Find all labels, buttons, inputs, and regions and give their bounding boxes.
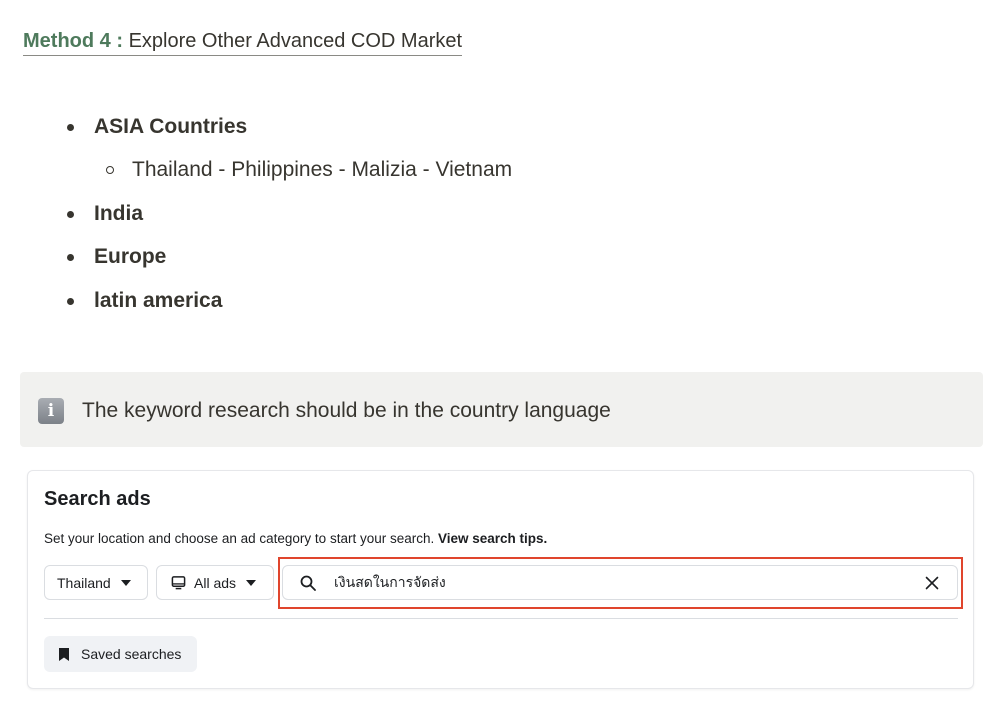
heading-prefix: Method 4 : (23, 30, 123, 52)
list-item-label: Europe (94, 245, 167, 268)
list-item: India (64, 199, 512, 229)
saved-searches-label: Saved searches (81, 646, 182, 662)
sub-list: Thailand - Philippines - Malizia - Vietn… (102, 155, 512, 185)
monitor-icon (171, 576, 186, 590)
sub-list-item-label: Thailand - Philippines - Malizia - Vietn… (132, 158, 513, 181)
info-icon: i (38, 398, 64, 424)
description-text: Set your location and choose an ad categ… (44, 531, 435, 546)
saved-searches-button[interactable]: Saved searches (44, 636, 197, 672)
heading-title: Explore Other Advanced COD Market (128, 30, 463, 52)
list-item-label: ASIA Countries (94, 115, 248, 138)
search-input-value: เงินสดในการจัดส่ง (334, 573, 446, 590)
divider (44, 618, 958, 619)
ad-category-select[interactable]: All ads (156, 565, 274, 600)
sub-list-item: Thailand - Philippines - Malizia - Vietn… (102, 155, 512, 185)
list-item-label: India (94, 201, 144, 225)
info-callout: i The keyword research should be in the … (20, 372, 983, 447)
panel-description: Set your location and choose an ad categ… (44, 531, 547, 546)
country-select-value: Thailand (57, 574, 111, 591)
list-item: latin america (64, 286, 512, 316)
country-select[interactable]: Thailand (44, 565, 148, 600)
close-icon[interactable] (925, 576, 939, 590)
section-heading: Method 4 : Explore Other Advanced COD Ma… (23, 28, 463, 56)
list-item: ASIA Countries Thailand - Philippines - … (64, 112, 512, 185)
panel-title: Search ads (44, 488, 151, 510)
market-list: ASIA Countries Thailand - Philippines - … (64, 112, 512, 329)
list-item: Europe (64, 242, 512, 272)
search-ads-panel: Search ads Set your location and choose … (27, 470, 974, 689)
ad-category-value: All ads (194, 574, 237, 591)
view-search-tips-link[interactable]: View search tips. (438, 531, 547, 546)
list-item-label: latin america (94, 288, 223, 312)
caret-down-icon (120, 579, 131, 586)
search-icon (300, 575, 316, 591)
bookmark-icon (59, 647, 69, 661)
search-input[interactable]: เงินสดในการจัดส่ง (282, 565, 958, 600)
caret-down-icon (246, 579, 257, 586)
callout-text: The keyword research should be in the co… (82, 399, 611, 422)
